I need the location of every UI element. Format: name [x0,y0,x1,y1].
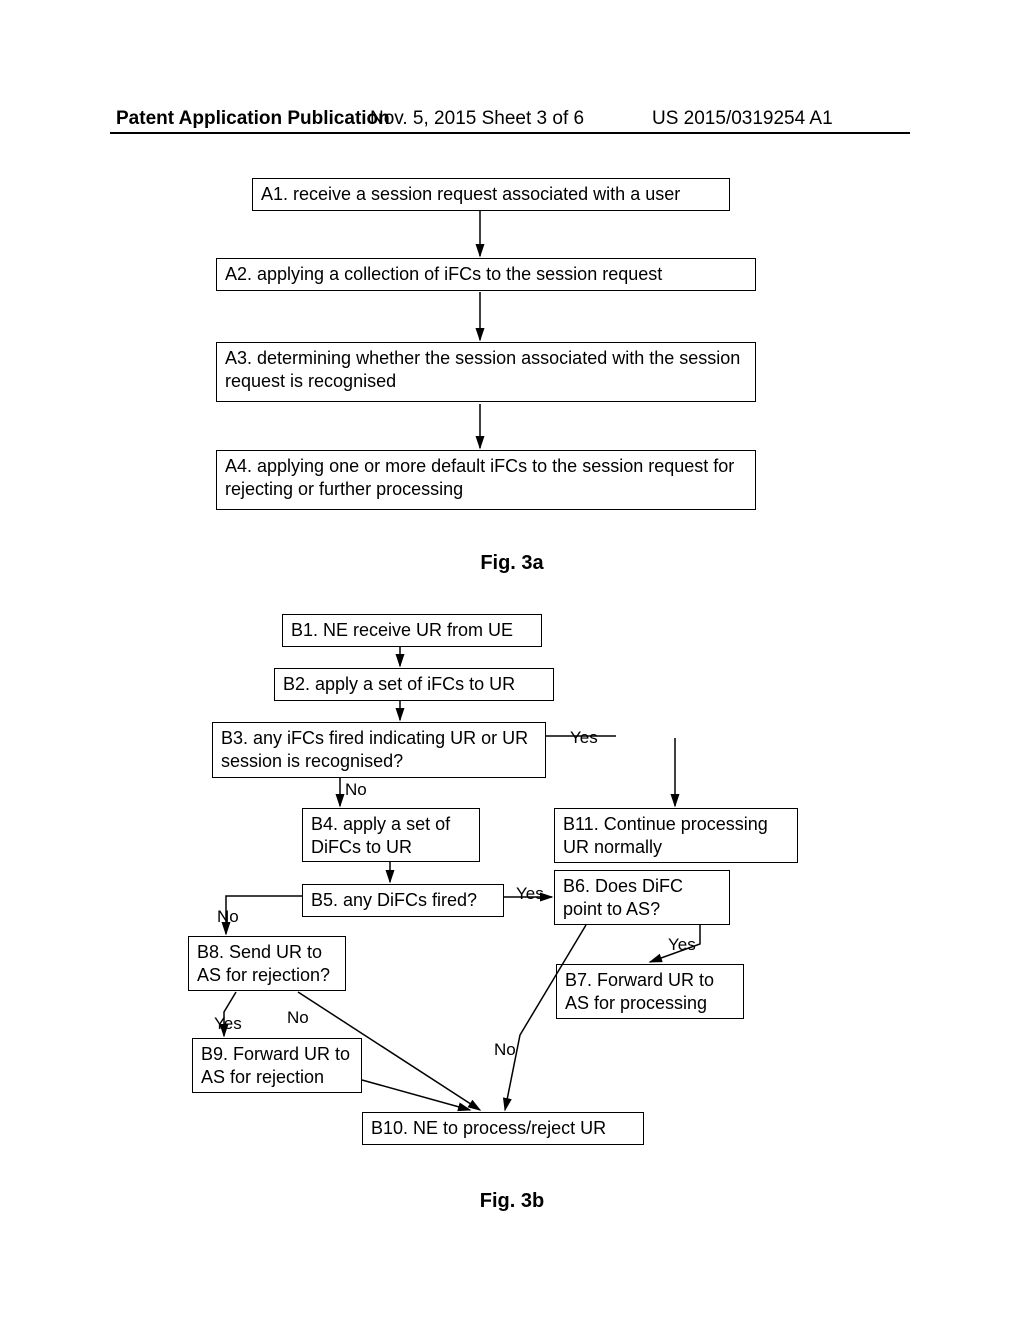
step-b11: B11. Continue processing UR normally [554,808,798,863]
header-rule [110,132,910,134]
label-b6-no: No [494,1040,516,1060]
step-b10: B10. NE to process/reject UR [362,1112,644,1145]
page: { "header":{ "left":"Patent Application … [0,0,1024,1320]
step-b2: B2. apply a set of iFCs to UR [274,668,554,701]
step-b1: B1. NE receive UR from UE [282,614,542,647]
step-a2: A2. applying a collection of iFCs to the… [216,258,756,291]
step-a1: A1. receive a session request associated… [252,178,730,211]
fig3a-caption: Fig. 3a [412,552,612,575]
label-b3-no: No [345,780,367,800]
step-b9: B9. Forward UR to AS for rejection [192,1038,362,1093]
label-b6-yes: Yes [668,935,696,955]
step-b8: B8. Send UR to AS for rejection? [188,936,346,991]
label-b5-no: No [217,907,239,927]
header-mid: Nov. 5, 2015 Sheet 3 of 6 [370,108,584,130]
step-b7: B7. Forward UR to AS for processing [556,964,744,1019]
header-right: US 2015/0319254 A1 [652,108,833,130]
label-b5-yes: Yes [516,884,544,904]
fig3b-caption: Fig. 3b [412,1190,612,1213]
step-b5: B5. any DiFCs fired? [302,884,504,917]
step-a3: A3. determining whether the session asso… [216,342,756,402]
step-b4: B4. apply a set of DiFCs to UR [302,808,480,862]
label-b8-no: No [287,1008,309,1028]
label-b8-yes: Yes [214,1014,242,1034]
step-b6: B6. Does DiFC point to AS? [554,870,730,925]
header-left: Patent Application Publication [116,108,390,130]
label-b3-yes: Yes [570,728,598,748]
step-b3: B3. any iFCs fired indicating UR or UR s… [212,722,546,778]
step-a4: A4. applying one or more default iFCs to… [216,450,756,510]
